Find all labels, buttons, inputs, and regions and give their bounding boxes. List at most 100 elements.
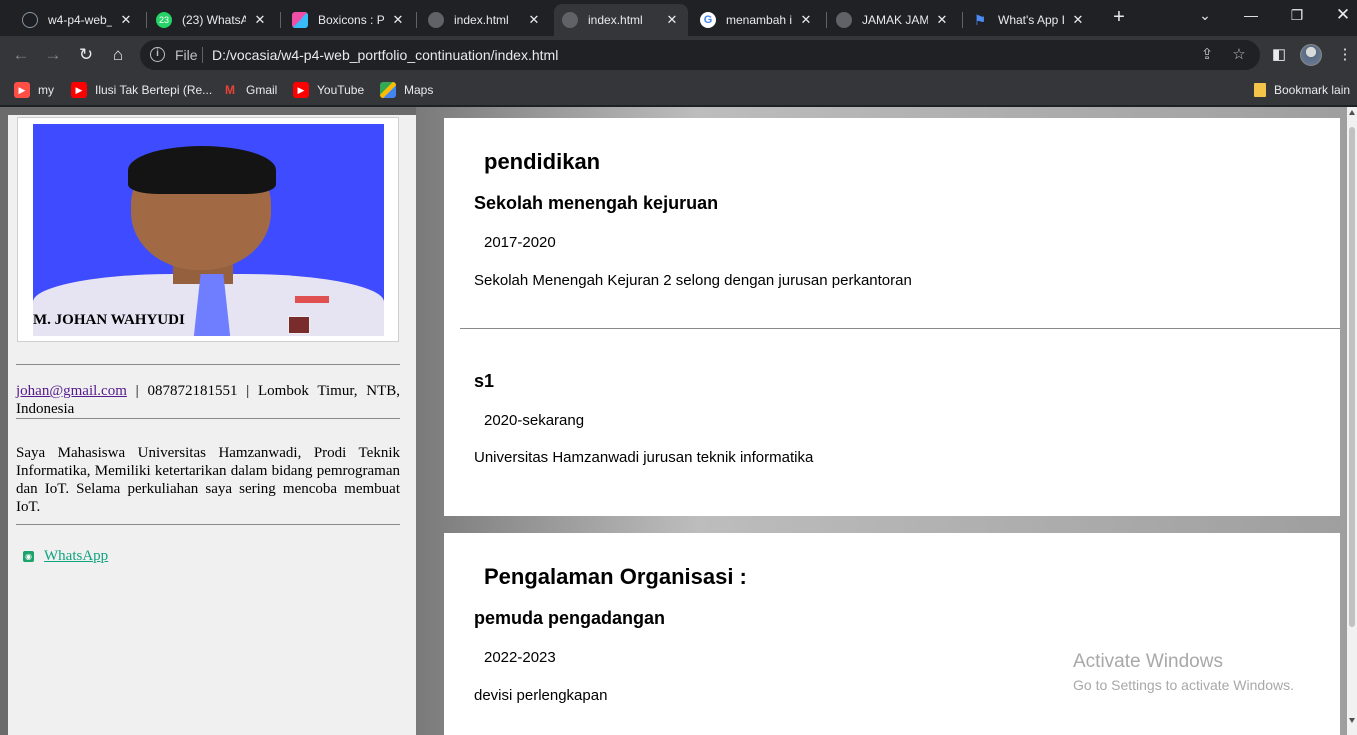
profile-photo-frame: M. JOHAN WAHYUDI (17, 117, 399, 342)
scroll-down-arrow-icon[interactable] (1349, 718, 1355, 723)
page-scrollbar[interactable] (1347, 107, 1357, 735)
flag-icon: ⚑ (973, 11, 987, 28)
menu-kebab-icon[interactable]: ⋮ (1334, 44, 1356, 66)
watermark-title: Activate Windows (1073, 651, 1223, 672)
page-viewport: M. JOHAN WAHYUDI johan@gmail.com | 08787… (0, 107, 1357, 735)
youtube-icon: ▶ (293, 82, 309, 98)
tab-title: index.html (588, 13, 643, 27)
forward-arrow-icon[interactable]: → (42, 44, 64, 66)
organization-title: pemuda pengadangan (474, 608, 666, 628)
whatsapp-icon: 23 (156, 12, 172, 28)
tab-separator (826, 12, 827, 28)
url-text[interactable]: D:/vocasia/w4-p4-web_portfolio_continuat… (212, 47, 558, 63)
close-icon[interactable]: ✕ (252, 12, 268, 28)
whatsapp-link[interactable]: ◉ WhatsApp (23, 548, 108, 565)
organization-desc: devisi perlengkapan (474, 687, 608, 704)
bookmark-label: Maps (404, 83, 434, 97)
scroll-thumb[interactable] (1349, 127, 1355, 627)
tab-title: w4-p4-web_p (48, 13, 112, 27)
education-title: Sekolah menengah kejuruan (474, 193, 719, 213)
tab-jamak[interactable]: JAMAK JAMA ✕ (828, 4, 958, 36)
close-icon[interactable]: ✕ (664, 12, 680, 28)
tab-title: Boxicons : Pre (318, 13, 384, 27)
tab-title: menambah ik (726, 13, 792, 27)
bookmark-maps[interactable]: Maps (380, 82, 433, 98)
github-icon (22, 12, 38, 28)
close-icon[interactable]: ✕ (798, 12, 814, 28)
youtube-icon: ▶ (14, 82, 30, 98)
tab-separator (962, 12, 963, 28)
education-years: 2017-2020 (484, 234, 556, 251)
watermark-subtitle: Go to Settings to activate Windows. (1073, 677, 1294, 693)
contact-info: johan@gmail.com | 087872181551 | Lombok … (16, 382, 400, 418)
organization-card: Pengalaman Organisasi : pemuda pengadang… (444, 533, 1340, 735)
profile-photo (33, 124, 384, 336)
tab-google[interactable]: G menambah ik ✕ (692, 4, 822, 36)
restore-icon[interactable]: ❐ (1282, 4, 1312, 26)
close-icon[interactable]: ✕ (934, 12, 950, 28)
close-icon[interactable]: ✕ (118, 12, 134, 28)
tab-title: What's App Ic (998, 13, 1064, 27)
tab-search-chevron-icon[interactable]: ⌄ (1190, 4, 1220, 26)
minimize-icon[interactable]: — (1236, 4, 1266, 26)
profile-avatar[interactable] (1300, 44, 1322, 66)
other-bookmarks[interactable]: Bookmark lain (1254, 82, 1350, 98)
tab-title: index.html (454, 13, 509, 27)
side-panel-icon[interactable]: ◧ (1268, 44, 1290, 66)
new-tab-button[interactable]: + (1108, 6, 1130, 28)
share-icon[interactable]: ⇪ (1198, 46, 1216, 64)
bookmark-label: Gmail (246, 83, 278, 97)
tab-github[interactable]: w4-p4-web_p ✕ (14, 4, 142, 36)
tab-separator (146, 12, 147, 28)
tab-separator (416, 12, 417, 28)
close-icon[interactable]: ✕ (1070, 12, 1086, 28)
tab-boxicons[interactable]: Boxicons : Pre ✕ (284, 4, 414, 36)
bookmarks-bar: ▶ my ▶ Ilusi Tak Bertepi (Re... M Gmail … (0, 74, 1357, 106)
divider (460, 328, 1340, 329)
globe-icon (428, 12, 444, 28)
whatsapp-icon: ◉ (23, 551, 34, 562)
tab-whatsapp-icon[interactable]: ⚑ What's App Ic ✕ (964, 4, 1094, 36)
education-heading: pendidikan (484, 149, 601, 174)
gmail-icon: M (225, 83, 235, 97)
address-bar[interactable]: i File D:/vocasia/w4-p4-web_portfolio_co… (140, 40, 1260, 70)
globe-icon (836, 12, 852, 28)
omnibox-separator (202, 47, 203, 63)
whatsapp-label: WhatsApp (44, 548, 109, 564)
education-years: 2020-sekarang (484, 412, 585, 429)
bookmark-gmail[interactable]: M Gmail (222, 82, 277, 98)
close-icon[interactable]: ✕ (526, 12, 542, 28)
browser-toolbar: ← → ↻ ⌂ i File D:/vocasia/w4-p4-web_port… (0, 36, 1357, 74)
scheme-label: File (175, 47, 198, 63)
divider (16, 364, 400, 365)
bookmark-label: my (38, 83, 54, 97)
bookmark-youtube[interactable]: ▶ YouTube (293, 82, 364, 98)
google-icon: G (700, 12, 716, 28)
profile-sidebar: M. JOHAN WAHYUDI johan@gmail.com | 08787… (8, 115, 416, 735)
reload-icon[interactable]: ↻ (75, 44, 97, 66)
tab-index-active[interactable]: index.html ✕ (554, 4, 688, 36)
home-icon[interactable]: ⌂ (107, 44, 129, 66)
email-link[interactable]: johan@gmail.com (16, 383, 127, 399)
education-desc: Sekolah Menengah Kejuran 2 selong dengan… (474, 272, 912, 289)
info-icon[interactable]: i (150, 47, 165, 62)
youtube-icon: ▶ (71, 82, 87, 98)
divider (16, 418, 400, 419)
organization-years: 2022-2023 (484, 649, 556, 666)
organization-heading: Pengalaman Organisasi : (484, 564, 747, 589)
bookmark-ilusi[interactable]: ▶ Ilusi Tak Bertepi (Re... (71, 82, 212, 98)
bookmark-label: YouTube (317, 83, 365, 97)
bookmark-star-icon[interactable]: ☆ (1230, 46, 1248, 64)
tab-whatsapp[interactable]: 23 (23) WhatsAp ✕ (148, 4, 276, 36)
tab-title: JAMAK JAMA (862, 13, 928, 27)
tab-index-1[interactable]: index.html ✕ (420, 4, 550, 36)
boxicons-icon (292, 12, 308, 28)
tab-separator (280, 12, 281, 28)
bookmark-my[interactable]: ▶ my (14, 82, 54, 98)
window-close-icon[interactable]: ✕ (1328, 4, 1357, 26)
back-arrow-icon[interactable]: ← (10, 44, 32, 66)
scroll-up-arrow-icon[interactable] (1349, 110, 1355, 115)
bookmark-label: Ilusi Tak Bertepi (Re... (95, 83, 213, 97)
globe-icon (562, 12, 578, 28)
close-icon[interactable]: ✕ (390, 12, 406, 28)
